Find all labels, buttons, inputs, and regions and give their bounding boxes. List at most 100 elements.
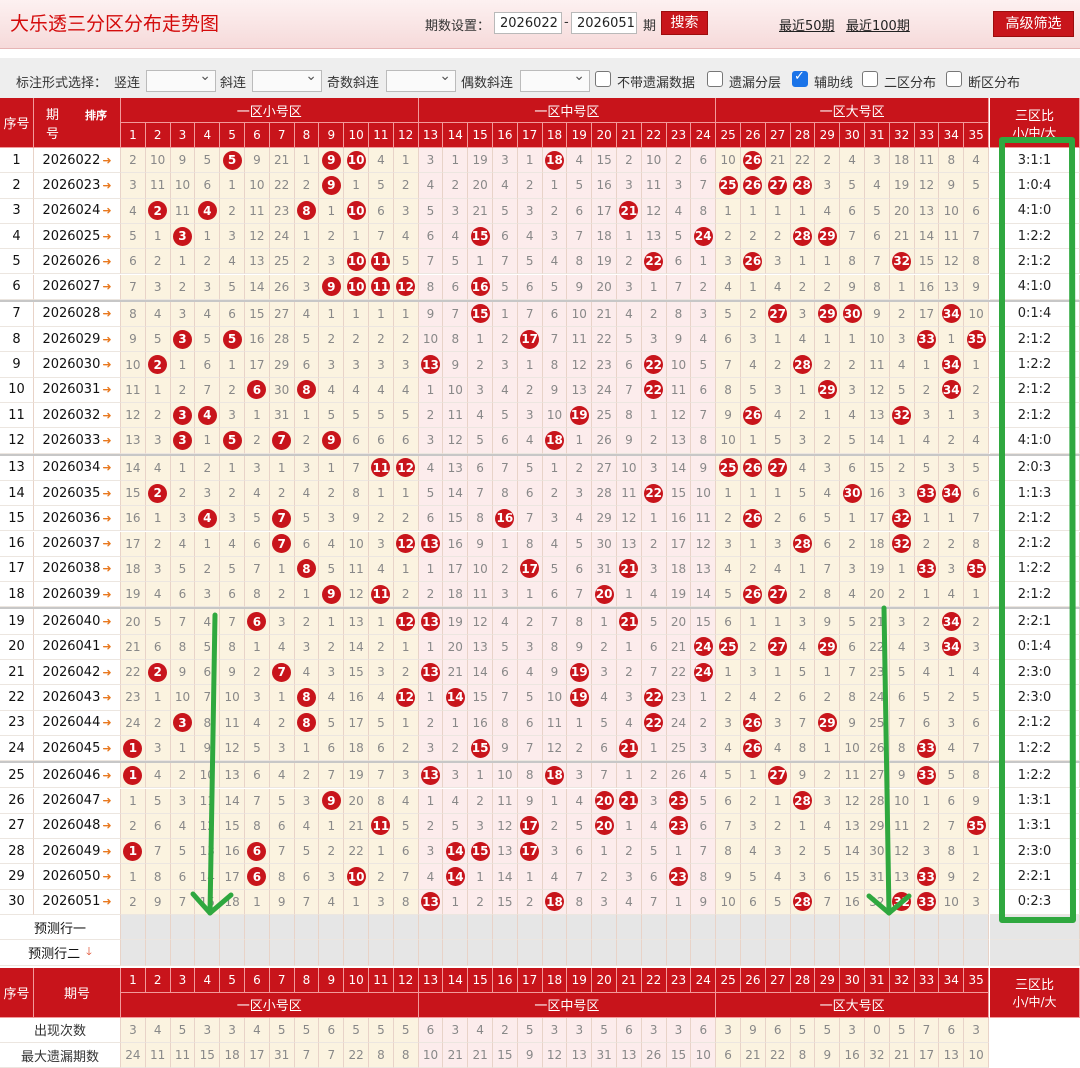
row-issue[interactable]: 2026028 ➜	[34, 301, 121, 328]
row-issue[interactable]: 2026024 ➜	[34, 198, 121, 224]
predict-cell[interactable]	[418, 915, 444, 941]
predict-cell[interactable]	[592, 940, 617, 966]
predict-row-1-label[interactable]: 预测行一	[0, 915, 121, 941]
row-issue[interactable]: 2026040 ➜	[34, 609, 121, 635]
even-slant-select[interactable]	[520, 68, 590, 92]
predict-cell[interactable]	[840, 940, 865, 966]
predict-cell[interactable]	[765, 940, 791, 966]
predict-cell[interactable]	[145, 940, 171, 966]
period-from-input[interactable]: 2026022	[494, 12, 562, 34]
row-issue[interactable]: 2026029 ➜	[34, 327, 121, 353]
predict-cell[interactable]	[964, 940, 989, 966]
predict-cell[interactable]	[220, 940, 245, 966]
row-issue[interactable]: 2026041 ➜	[34, 634, 121, 660]
predict-cell[interactable]	[517, 940, 543, 966]
predict-cell[interactable]	[865, 940, 890, 966]
row-issue[interactable]: 2026030 ➜	[34, 352, 121, 378]
predict-cell[interactable]	[170, 940, 196, 966]
row-issue[interactable]: 2026043 ➜	[34, 685, 121, 711]
row-issue[interactable]: 2026031 ➜	[34, 377, 121, 403]
period-to-input[interactable]: 2026051	[571, 12, 637, 34]
predict-cell[interactable]	[369, 940, 394, 966]
predict-cell[interactable]	[294, 940, 320, 966]
predict-cell[interactable]	[121, 940, 146, 966]
predict-cell[interactable]	[790, 940, 816, 966]
predict-cell[interactable]	[617, 915, 642, 941]
predict-cell[interactable]	[319, 940, 345, 966]
predict-cell[interactable]	[716, 915, 741, 941]
predict-cell[interactable]	[443, 915, 469, 941]
predict-cell[interactable]	[245, 940, 270, 966]
row-issue[interactable]: 2026046 ➜	[34, 763, 121, 789]
predict-cell[interactable]	[964, 915, 989, 941]
predict-cell[interactable]	[765, 915, 791, 941]
miss-layer-checkbox[interactable]	[707, 71, 723, 87]
predict-cell[interactable]	[269, 940, 295, 966]
predict-cell[interactable]	[493, 915, 518, 941]
row-issue[interactable]: 2026022 ➜	[34, 148, 121, 174]
vertical-select[interactable]	[146, 68, 216, 92]
search-button[interactable]: 搜索	[661, 11, 708, 35]
predict-cell[interactable]	[790, 915, 816, 941]
row-issue[interactable]: 2026033 ➜	[34, 428, 121, 454]
row-issue[interactable]: 2026027 ➜	[34, 274, 121, 300]
predict-row-2-label[interactable]: 预测行二 🡓	[0, 940, 121, 966]
predict-cell[interactable]	[195, 940, 221, 966]
predict-cell[interactable]	[145, 915, 171, 941]
row-issue[interactable]: 2026025 ➜	[34, 223, 121, 250]
predict-cell[interactable]	[666, 915, 692, 941]
aux-line-checkbox[interactable]	[792, 69, 808, 87]
predict-cell[interactable]	[195, 915, 221, 941]
row-issue[interactable]: 2026049 ➜	[34, 839, 121, 865]
break-zone-checkbox[interactable]	[946, 71, 962, 87]
predict-cell[interactable]	[468, 940, 493, 966]
row-issue[interactable]: 2026037 ➜	[34, 531, 121, 557]
predict-cell[interactable]	[542, 940, 568, 966]
row-issue[interactable]: 2026048 ➜	[34, 813, 121, 840]
predict-cell[interactable]	[443, 940, 469, 966]
predict-cell[interactable]	[220, 915, 245, 941]
predict-cell[interactable]	[617, 940, 642, 966]
predict-cell[interactable]	[865, 915, 890, 941]
predict-cell[interactable]	[815, 940, 841, 966]
row-issue[interactable]: 2026023 ➜	[34, 173, 121, 199]
predict-cell[interactable]	[889, 940, 915, 966]
predict-cell[interactable]	[641, 940, 667, 966]
predict-cell[interactable]	[815, 915, 841, 941]
row-issue[interactable]: 2026032 ➜	[34, 403, 121, 429]
row-issue[interactable]: 2026035 ➜	[34, 480, 121, 507]
predict-cell[interactable]	[641, 915, 667, 941]
predict-cell[interactable]	[741, 940, 766, 966]
predict-cell[interactable]	[567, 940, 593, 966]
predict-cell[interactable]	[269, 915, 295, 941]
two-zone-checkbox[interactable]	[862, 71, 878, 87]
predict-cell[interactable]	[691, 940, 717, 966]
predict-cell[interactable]	[666, 940, 692, 966]
row-issue[interactable]: 2026042 ➜	[34, 660, 121, 686]
predict-cell[interactable]	[840, 915, 865, 941]
predict-cell[interactable]	[889, 915, 915, 941]
predict-cell[interactable]	[344, 915, 369, 941]
predict-cell[interactable]	[592, 915, 617, 941]
recent-50-link[interactable]: 最近50期	[779, 15, 835, 34]
predict-cell[interactable]	[493, 940, 518, 966]
row-issue[interactable]: 2026026 ➜	[34, 249, 121, 275]
row-issue[interactable]: 2026038 ➜	[34, 556, 121, 583]
row-issue[interactable]: 2026050 ➜	[34, 864, 121, 890]
predict-cell[interactable]	[294, 915, 320, 941]
predict-cell[interactable]	[542, 915, 568, 941]
predict-cell[interactable]	[567, 915, 593, 941]
predict-cell[interactable]	[393, 940, 419, 966]
predict-cell[interactable]	[468, 915, 493, 941]
predict-cell[interactable]	[741, 915, 766, 941]
predict-cell[interactable]	[170, 915, 196, 941]
predict-cell[interactable]	[939, 940, 965, 966]
predict-cell[interactable]	[939, 915, 965, 941]
row-issue[interactable]: 2026036 ➜	[34, 506, 121, 532]
odd-slant-select[interactable]	[386, 68, 456, 92]
advanced-filter-button[interactable]: 高级筛选	[993, 11, 1074, 37]
predict-cell[interactable]	[914, 915, 940, 941]
predict-cell[interactable]	[319, 915, 345, 941]
predict-cell[interactable]	[344, 940, 369, 966]
predict-cell[interactable]	[517, 915, 543, 941]
